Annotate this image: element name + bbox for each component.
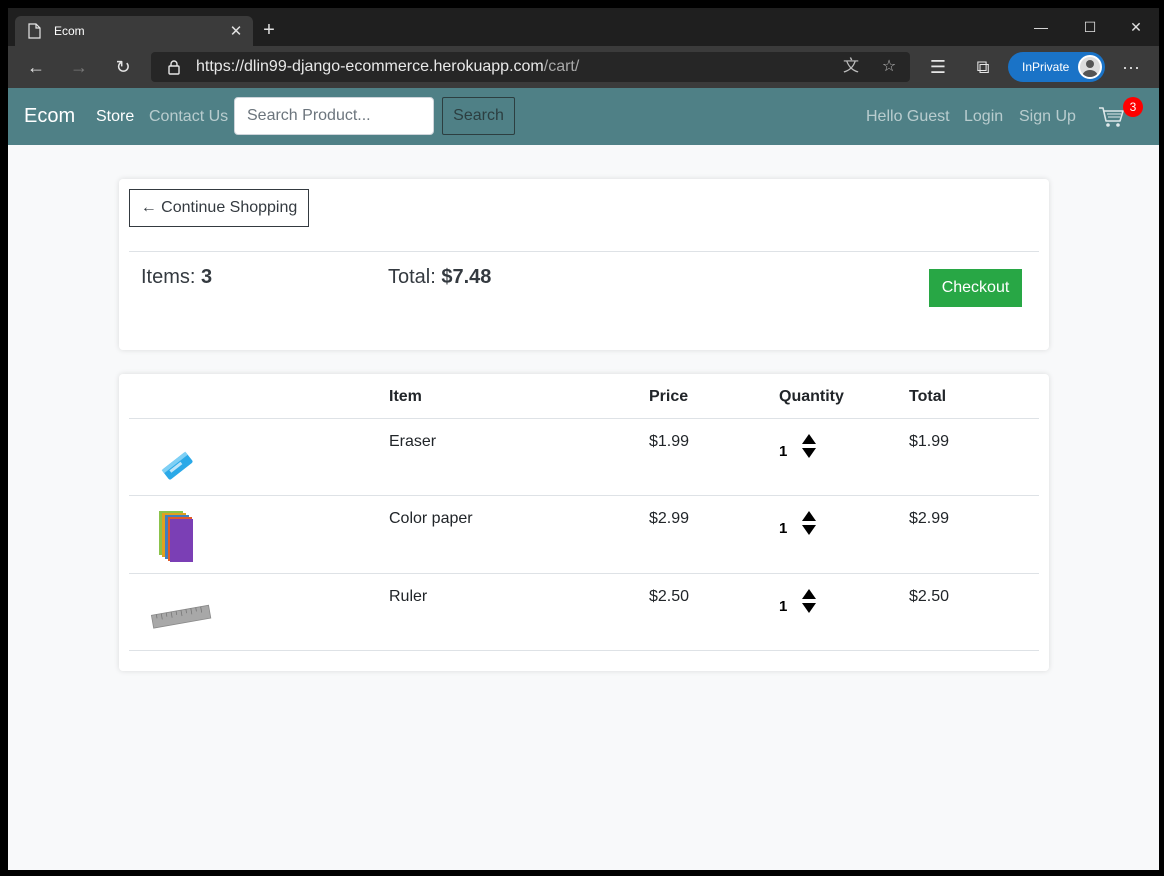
item-quantity: 1	[779, 598, 788, 615]
back-icon[interactable]: ←	[24, 55, 48, 79]
item-name: Ruler	[389, 588, 428, 605]
forward-icon[interactable]: →	[67, 55, 91, 79]
items-value: 3	[201, 266, 213, 288]
item-quantity: 1	[779, 443, 788, 460]
header-quantity: Quantity	[779, 388, 844, 405]
increase-quantity-icon[interactable]	[802, 511, 816, 521]
browser-window: Ecom ✕ + — ☐ ✕ ← → ↻ https://dlin99-djan…	[8, 8, 1159, 870]
total-value: $7.48	[441, 266, 492, 288]
nav-store[interactable]: Store	[96, 108, 134, 126]
item-quantity: 1	[779, 520, 788, 537]
url-host: https://dlin99-django-ecommerce.herokuap…	[196, 58, 544, 75]
maximize-icon[interactable]: ☐	[1067, 14, 1113, 40]
page-icon	[28, 23, 41, 39]
avatar-icon	[1078, 55, 1102, 79]
new-tab-icon[interactable]: +	[260, 20, 278, 40]
table-row: Color paper $2.99 1 $2.99	[119, 496, 1049, 574]
cart-total: Total: $7.48	[388, 266, 491, 289]
signup-link[interactable]: Sign Up	[1019, 108, 1076, 126]
browser-tab[interactable]: Ecom ✕	[15, 16, 253, 46]
tab-close-icon[interactable]: ✕	[229, 22, 243, 40]
inprivate-label: InPrivate	[1022, 60, 1070, 74]
more-options-icon[interactable]: ···	[1119, 55, 1143, 79]
greeting-text: Hello Guest	[866, 108, 950, 125]
item-total: $2.50	[909, 588, 950, 605]
refresh-icon[interactable]: ↻	[111, 55, 135, 79]
eraser-image	[161, 451, 193, 480]
item-price: $2.99	[649, 510, 690, 527]
search-button[interactable]: Search	[442, 97, 515, 135]
checkout-button[interactable]: Checkout	[929, 269, 1022, 307]
address-bar[interactable]: https://dlin99-django-ecommerce.herokuap…	[151, 52, 910, 82]
minimize-icon[interactable]: —	[1018, 14, 1064, 40]
quantity-stepper	[802, 434, 816, 460]
cart-icon[interactable]	[1098, 106, 1124, 128]
table-row: Ruler $2.50 1 $2.50	[119, 574, 1049, 651]
item-total: $2.99	[909, 510, 950, 527]
cart-count-badge: 3	[1123, 97, 1143, 117]
quantity-stepper	[802, 511, 816, 537]
nav-contact[interactable]: Contact Us	[149, 108, 228, 126]
browser-toolbar: ← → ↻ https://dlin99-django-ecommerce.he…	[8, 46, 1159, 88]
divider	[129, 650, 1039, 651]
brand-logo[interactable]: Ecom	[24, 105, 75, 128]
item-name: Eraser	[389, 433, 437, 450]
close-window-icon[interactable]: ✕	[1113, 14, 1159, 40]
login-link[interactable]: Login	[964, 108, 1003, 126]
cart-items-card: Item Price Quantity Total Eraser $1.99 1…	[119, 374, 1049, 671]
increase-quantity-icon[interactable]	[802, 589, 816, 599]
divider	[129, 251, 1039, 252]
header-total: Total	[909, 388, 947, 405]
title-bar: Ecom ✕ + — ☐ ✕	[8, 8, 1159, 46]
items-count: Items: 3	[141, 266, 212, 289]
total-label: Total:	[388, 266, 436, 288]
decrease-quantity-icon[interactable]	[802, 525, 816, 535]
favorites-list-icon[interactable]: ☰	[926, 55, 950, 79]
decrease-quantity-icon[interactable]	[802, 603, 816, 613]
table-row: Eraser $1.99 1 $1.99	[119, 419, 1049, 496]
lock-icon	[168, 60, 180, 75]
items-label: Items:	[141, 266, 196, 288]
inprivate-button[interactable]: InPrivate	[1008, 52, 1105, 82]
site-navbar: Ecom Store Contact Us Search Hello Guest…	[8, 88, 1159, 145]
decrease-quantity-icon[interactable]	[802, 448, 816, 458]
header-price: Price	[649, 388, 689, 405]
url-path: /cart/	[543, 58, 580, 75]
item-name: Color paper	[389, 510, 473, 527]
favorite-star-icon[interactable]: ☆	[879, 56, 899, 78]
collections-icon[interactable]: ⧉	[971, 55, 995, 79]
translate-icon[interactable]: ⽂	[841, 56, 861, 78]
item-price: $2.50	[649, 588, 690, 605]
increase-quantity-icon[interactable]	[802, 434, 816, 444]
quantity-stepper	[802, 589, 816, 615]
search-input[interactable]	[234, 97, 434, 135]
item-price: $1.99	[649, 433, 690, 450]
cart-summary-card: ← Continue Shopping Items: 3 Total: $7.4…	[119, 179, 1049, 350]
color-paper-image	[159, 511, 193, 562]
ruler-image	[150, 604, 212, 629]
header-item: Item	[389, 388, 422, 405]
item-total: $1.99	[909, 433, 950, 450]
url-text: https://dlin99-django-ecommerce.herokuap…	[196, 58, 579, 76]
tab-title: Ecom	[54, 24, 85, 38]
continue-shopping-button[interactable]: ← Continue Shopping	[129, 189, 309, 227]
